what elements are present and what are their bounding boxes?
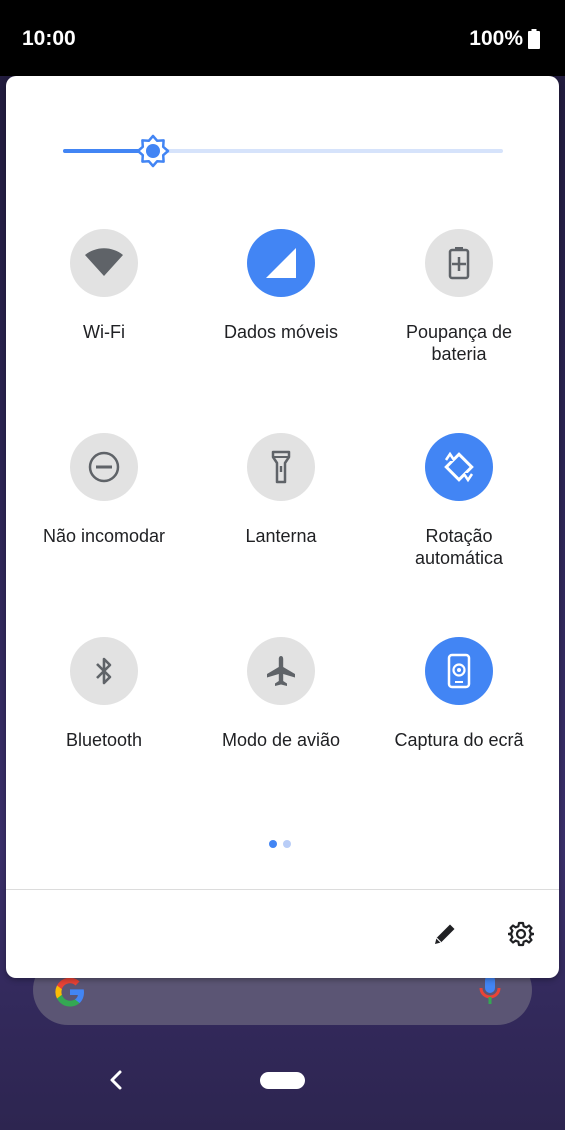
brightness-icon[interactable] <box>136 134 170 168</box>
do-not-disturb-icon <box>88 451 120 483</box>
tile-screen-capture-button[interactable] <box>425 637 493 705</box>
tile-auto-rotate[interactable]: Rotação automática <box>370 433 548 569</box>
brightness-slider[interactable] <box>63 134 503 168</box>
tile-flashlight-button[interactable] <box>247 433 315 501</box>
tile-screen-capture-label: Captura do ecrã <box>394 730 524 750</box>
home-button[interactable] <box>260 1072 305 1089</box>
tile-airplane-mode[interactable]: Modo de avião <box>192 637 370 751</box>
tile-airplane-mode-label: Modo de avião <box>221 730 341 750</box>
page-dot-1 <box>269 840 277 848</box>
tile-do-not-disturb-button[interactable] <box>70 433 138 501</box>
flashlight-icon <box>271 450 291 484</box>
wifi-icon <box>85 248 123 276</box>
page-indicator <box>269 840 291 848</box>
tile-mobile-data-label: Dados móveis <box>223 322 339 342</box>
battery-saver-icon <box>448 247 470 280</box>
battery-icon <box>528 29 540 49</box>
tile-wifi[interactable]: Wi-Fi <box>15 229 193 343</box>
quick-settings-panel: Wi-Fi Dados móveis Poupança de bateria N… <box>6 76 559 978</box>
back-icon[interactable] <box>106 1068 126 1092</box>
tile-battery-saver-label: Poupança de bateria <box>405 322 513 364</box>
tile-bluetooth-button[interactable] <box>70 637 138 705</box>
panel-divider <box>6 889 559 890</box>
tile-screen-capture[interactable]: Captura do ecrã <box>370 637 548 751</box>
page-dot-2 <box>283 840 291 848</box>
signal-icon <box>266 248 296 278</box>
tile-flashlight[interactable]: Lanterna <box>192 433 370 547</box>
tile-mobile-data-button[interactable] <box>247 229 315 297</box>
bluetooth-icon <box>96 657 112 685</box>
tile-auto-rotate-label: Rotação automática <box>414 526 504 568</box>
tile-wifi-button[interactable] <box>70 229 138 297</box>
tile-wifi-label: Wi-Fi <box>83 322 125 342</box>
status-bar: 10:00 100% <box>0 0 565 76</box>
gear-icon[interactable] <box>508 921 534 947</box>
battery-percent: 100% <box>469 27 523 50</box>
airplane-icon <box>267 656 295 686</box>
status-time: 10:00 <box>22 27 76 50</box>
auto-rotate-icon <box>444 451 474 483</box>
screen-capture-icon <box>447 653 471 689</box>
tile-bluetooth[interactable]: Bluetooth <box>15 637 193 751</box>
tile-mobile-data[interactable]: Dados móveis <box>192 229 370 343</box>
tile-bluetooth-label: Bluetooth <box>65 730 143 750</box>
tile-do-not-disturb[interactable]: Não incomodar <box>15 433 193 547</box>
microphone-icon[interactable] <box>478 973 502 1007</box>
tile-airplane-mode-button[interactable] <box>247 637 315 705</box>
tile-battery-saver[interactable]: Poupança de bateria <box>370 229 548 365</box>
tile-auto-rotate-button[interactable] <box>425 433 493 501</box>
tile-flashlight-label: Lanterna <box>245 526 317 546</box>
edit-icon[interactable] <box>432 921 458 947</box>
tile-do-not-disturb-label: Não incomodar <box>42 526 166 546</box>
status-right: 100% <box>469 27 540 51</box>
tile-battery-saver-button[interactable] <box>425 229 493 297</box>
google-logo-icon <box>55 977 84 1007</box>
